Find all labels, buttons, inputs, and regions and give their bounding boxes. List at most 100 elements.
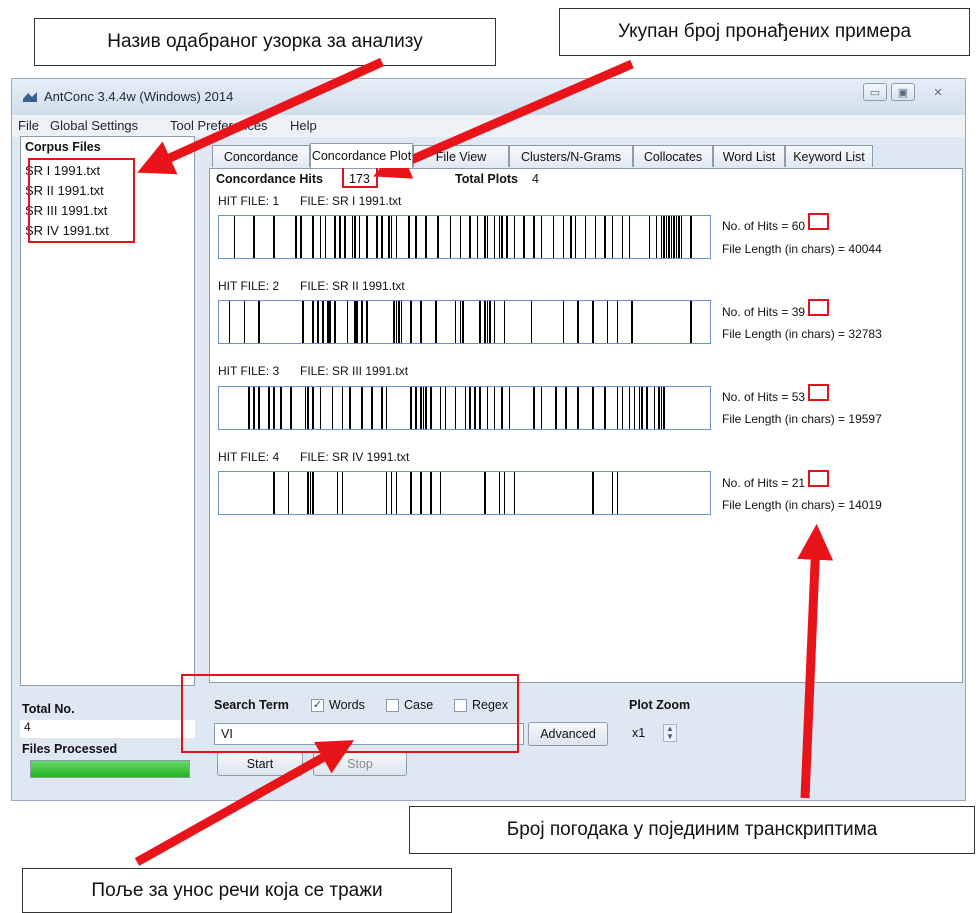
tab-keyword-list[interactable]: Keyword List <box>785 145 873 167</box>
hit-line[interactable] <box>484 472 486 514</box>
hit-line[interactable] <box>385 472 388 514</box>
hit-line[interactable] <box>604 387 606 429</box>
hit-line[interactable] <box>334 301 336 343</box>
hit-line[interactable] <box>562 216 565 258</box>
hit-line[interactable] <box>658 387 660 429</box>
plot-zoom-spinner[interactable]: ▲ ▼ <box>663 724 677 742</box>
hit-line[interactable] <box>648 216 651 258</box>
hit-line[interactable] <box>486 387 489 429</box>
hit-line[interactable] <box>312 301 314 343</box>
hit-line[interactable] <box>334 216 336 258</box>
hit-line[interactable] <box>243 301 246 343</box>
hit-line[interactable] <box>341 472 344 514</box>
tab-concordance-plot[interactable]: Concordance Plot <box>310 143 413 168</box>
hit-line[interactable] <box>393 301 395 343</box>
hit-line[interactable] <box>361 387 363 429</box>
hit-line[interactable] <box>646 387 648 429</box>
hit-line[interactable] <box>280 387 282 429</box>
corpus-file-item[interactable]: SR III 1991.txt <box>25 203 107 218</box>
hit-line[interactable] <box>663 387 665 429</box>
hit-line[interactable] <box>309 472 312 514</box>
search-input[interactable] <box>214 723 524 745</box>
hit-line[interactable] <box>513 472 516 514</box>
hit-line[interactable] <box>290 387 292 429</box>
hit-line[interactable] <box>449 216 452 258</box>
hit-line[interactable] <box>304 387 307 429</box>
tab-file-view[interactable]: File View <box>413 145 509 167</box>
hit-line[interactable] <box>533 216 535 258</box>
hit-line[interactable] <box>425 216 427 258</box>
hit-line[interactable] <box>675 216 678 258</box>
hit-line[interactable] <box>319 216 322 258</box>
hit-line[interactable] <box>680 216 683 258</box>
hit-line[interactable] <box>312 387 314 429</box>
hit-line[interactable] <box>565 387 567 429</box>
hit-line[interactable] <box>295 216 297 258</box>
hit-line[interactable] <box>562 301 565 343</box>
hit-line[interactable] <box>479 301 481 343</box>
hit-line[interactable] <box>628 216 631 258</box>
hit-line[interactable] <box>513 216 516 258</box>
hit-line[interactable] <box>690 216 692 258</box>
hit-line[interactable] <box>366 301 368 343</box>
hit-line[interactable] <box>354 301 356 343</box>
menu-help[interactable]: Help <box>290 118 317 133</box>
hit-line[interactable] <box>390 472 393 514</box>
hit-line[interactable] <box>344 216 346 258</box>
hit-line[interactable] <box>253 387 255 429</box>
hit-line[interactable] <box>307 472 309 514</box>
hit-line[interactable] <box>663 216 665 258</box>
hit-line[interactable] <box>493 301 496 343</box>
stop-button[interactable]: Stop <box>313 752 407 776</box>
hit-line[interactable] <box>498 216 501 258</box>
hit-line[interactable] <box>385 387 388 429</box>
hit-line[interactable] <box>464 387 466 429</box>
hit-line[interactable] <box>366 216 368 258</box>
hit-line[interactable] <box>633 387 636 429</box>
hit-line[interactable] <box>381 387 383 429</box>
hit-line[interactable] <box>678 216 680 258</box>
hit-line[interactable] <box>462 301 464 343</box>
hit-line[interactable] <box>533 387 535 429</box>
hit-line[interactable] <box>594 216 597 258</box>
hit-line[interactable] <box>673 216 675 258</box>
hit-line[interactable] <box>484 301 486 343</box>
hit-line[interactable] <box>395 472 398 514</box>
hit-line[interactable] <box>349 387 351 429</box>
hit-line[interactable] <box>530 301 533 343</box>
hit-line[interactable] <box>361 301 363 343</box>
hit-line[interactable] <box>469 387 471 429</box>
hit-line[interactable] <box>444 387 447 429</box>
hit-line[interactable] <box>459 301 462 343</box>
tab-collocates[interactable]: Collocates <box>633 145 713 167</box>
hit-line[interactable] <box>437 216 439 258</box>
hit-line[interactable] <box>523 216 525 258</box>
hit-line[interactable] <box>307 387 309 429</box>
hit-line[interactable] <box>358 216 361 258</box>
advanced-button[interactable]: Advanced <box>528 722 608 746</box>
hit-line[interactable] <box>459 216 462 258</box>
hit-line[interactable] <box>628 387 631 429</box>
hit-line[interactable] <box>584 216 587 258</box>
hit-line[interactable] <box>493 216 496 258</box>
start-button[interactable]: Start <box>217 752 303 776</box>
hit-line[interactable] <box>302 301 304 343</box>
hit-line[interactable] <box>410 472 412 514</box>
hit-line[interactable] <box>489 301 491 343</box>
words-checkbox[interactable]: ✓ <box>311 699 324 712</box>
hit-line[interactable] <box>508 387 511 429</box>
tab-concordance[interactable]: Concordance <box>212 145 310 167</box>
hit-line[interactable] <box>592 387 594 429</box>
hit-line[interactable] <box>312 216 314 258</box>
hit-line[interactable] <box>273 387 275 429</box>
hit-line[interactable] <box>341 387 344 429</box>
hit-line[interactable] <box>336 472 339 514</box>
hit-line[interactable] <box>476 216 479 258</box>
hit-line[interactable] <box>498 472 501 514</box>
hit-line[interactable] <box>258 301 260 343</box>
hit-line[interactable] <box>503 301 506 343</box>
hit-line[interactable] <box>439 472 442 514</box>
hit-line[interactable] <box>501 387 503 429</box>
concordance-plot[interactable] <box>218 215 711 259</box>
hit-line[interactable] <box>415 216 417 258</box>
